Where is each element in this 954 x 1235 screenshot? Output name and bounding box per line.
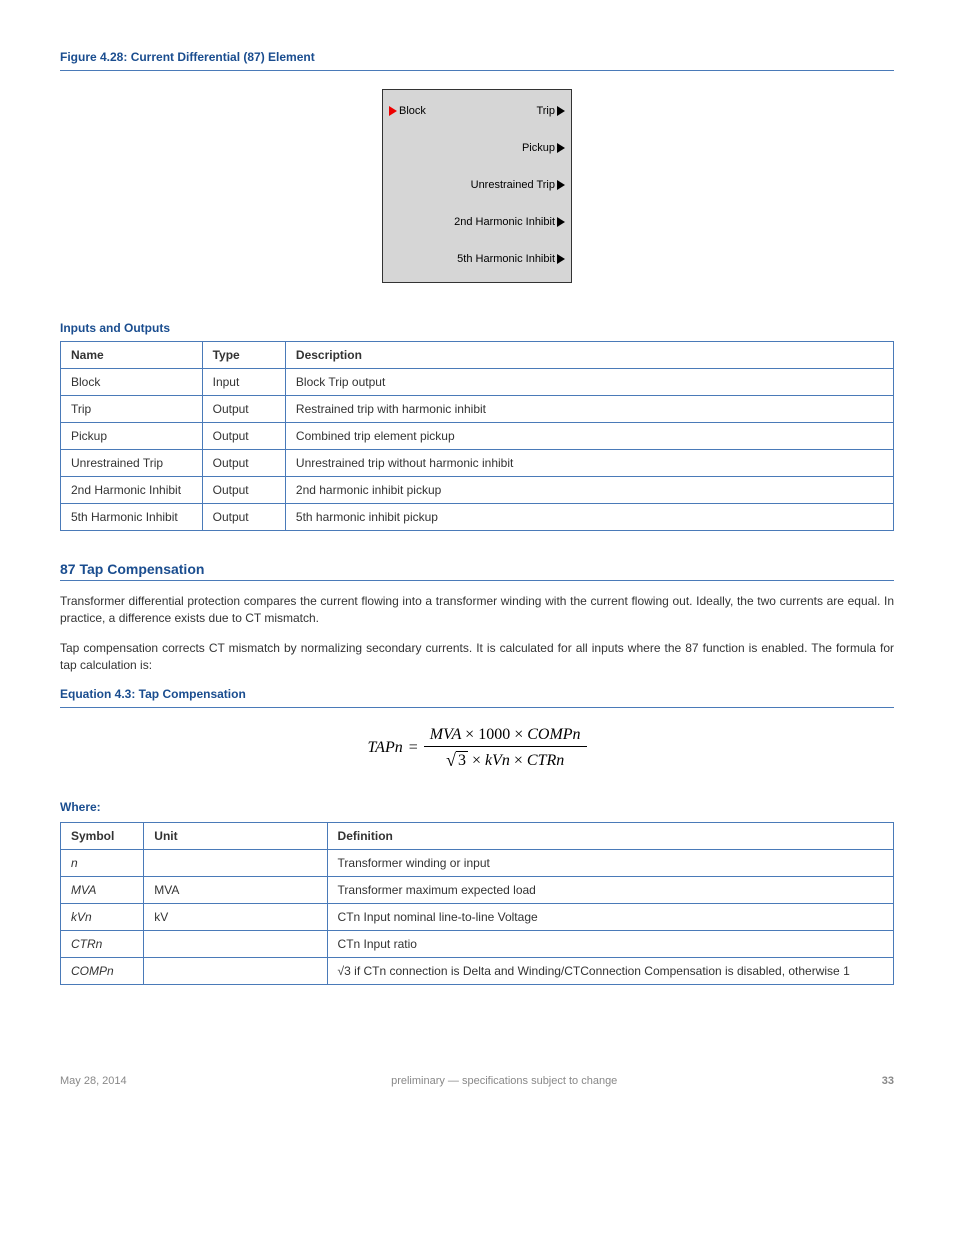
table-row: n Transformer winding or input — [61, 849, 894, 876]
cell-desc: Block Trip output — [285, 369, 893, 396]
cell-def: √3 if CTn connection is Delta and Windin… — [327, 957, 893, 984]
cell-def: Transformer maximum expected load — [327, 876, 893, 903]
port-label: 5th Harmonic Inhibit — [457, 253, 555, 265]
triangle-icon — [557, 180, 565, 190]
triangle-icon — [557, 254, 565, 264]
cell-type: Output — [202, 423, 285, 450]
table-row: 5th Harmonic InhibitOutput5th harmonic i… — [61, 504, 894, 531]
port-label: 2nd Harmonic Inhibit — [454, 216, 555, 228]
figure-rule — [60, 70, 894, 71]
triangle-icon — [557, 217, 565, 227]
cell-symbol: MVA — [61, 876, 144, 903]
section-heading: 87 Tap Compensation — [60, 561, 894, 581]
port-trip: Trip — [536, 105, 565, 117]
cell-desc: Unrestrained trip without harmonic inhib… — [285, 450, 893, 477]
cell-symbol: COMPn — [61, 957, 144, 984]
table-row: COMPn √3 if CTn connection is Delta and W… — [61, 957, 894, 984]
cell-type: Input — [202, 369, 285, 396]
port-label: Pickup — [522, 142, 555, 154]
figure-title: Figure 4.28: Current Differential (87) E… — [60, 50, 894, 64]
port-5th-harmonic: 5th Harmonic Inhibit — [457, 253, 565, 265]
triangle-icon — [557, 106, 565, 116]
where-table: Symbol Unit Definition n Transformer wind… — [60, 822, 894, 985]
port-unrestrained: Unrestrained Trip — [471, 179, 565, 191]
table-row: Unrestrained TripOutputUnrestrained trip… — [61, 450, 894, 477]
table-row: BlockInputBlock Trip output — [61, 369, 894, 396]
cell-symbol: kVn — [61, 903, 144, 930]
cell-type: Output — [202, 477, 285, 504]
body-para-2: Tap compensation corrects CT mismatch by… — [60, 640, 894, 675]
cell-symbol: n — [61, 849, 144, 876]
table-header-row: Symbol Unit Definition — [61, 822, 894, 849]
cell-unit — [144, 849, 327, 876]
cell-name: 5th Harmonic Inhibit — [61, 504, 203, 531]
cell-type: Output — [202, 504, 285, 531]
footer-mid: preliminary — specifications subject to … — [127, 1075, 882, 1087]
cell-unit — [144, 957, 327, 984]
table-row: 2nd Harmonic InhibitOutput2nd harmonic i… — [61, 477, 894, 504]
eq-denominator: √3 × kVn × CTRn — [424, 747, 587, 770]
cell-type: Output — [202, 450, 285, 477]
cell-name: 2nd Harmonic Inhibit — [61, 477, 203, 504]
port-label: Trip — [536, 105, 555, 117]
eq-fraction: MVA × 1000 × COMPn √3 × kVn × CTRn — [424, 726, 587, 770]
cell-name: Block — [61, 369, 203, 396]
equation-title: Equation 4.3: Tap Compensation — [60, 687, 894, 701]
ports-table-title: Inputs and Outputs — [60, 321, 894, 335]
footer-page: 33 — [882, 1075, 894, 1087]
cell-def: CTn Input nominal line-to-line Voltage — [327, 903, 893, 930]
cell-def: Transformer winding or input — [327, 849, 893, 876]
cell-unit — [144, 930, 327, 957]
table-header-row: Name Type Description — [61, 342, 894, 369]
cell-name: Trip — [61, 396, 203, 423]
th-type: Type — [202, 342, 285, 369]
cell-name: Pickup — [61, 423, 203, 450]
cell-desc: Restrained trip with harmonic inhibit — [285, 396, 893, 423]
footer-date: May 28, 2014 — [60, 1075, 127, 1087]
table-row: MVAMVATransformer maximum expected load — [61, 876, 894, 903]
th-name: Name — [61, 342, 203, 369]
cell-name: Unrestrained Trip — [61, 450, 203, 477]
equation-rule — [60, 707, 894, 708]
table-row: CTRn CTn Input ratio — [61, 930, 894, 957]
port-label: Unrestrained Trip — [471, 179, 555, 191]
cell-desc: 2nd harmonic inhibit pickup — [285, 477, 893, 504]
cell-desc: Combined trip element pickup — [285, 423, 893, 450]
cell-desc: 5th harmonic inhibit pickup — [285, 504, 893, 531]
port-label: Block — [399, 105, 426, 117]
port-2nd-harmonic: 2nd Harmonic Inhibit — [454, 216, 565, 228]
cell-type: Output — [202, 396, 285, 423]
body-para-1: Transformer differential protection comp… — [60, 593, 894, 628]
table-row: PickupOutputCombined trip element pickup — [61, 423, 894, 450]
th-unit: Unit — [144, 822, 327, 849]
cell-unit: MVA — [144, 876, 327, 903]
th-symbol: Symbol — [61, 822, 144, 849]
cell-unit: kV — [144, 903, 327, 930]
th-def: Definition — [327, 822, 893, 849]
eq-numerator: MVA × 1000 × COMPn — [424, 726, 587, 747]
port-pickup: Pickup — [522, 142, 565, 154]
port-block: Block — [389, 105, 426, 117]
block-diagram-wrap: Block Trip Pickup Unrestrained Trip 2nd … — [60, 89, 894, 283]
ports-table: Name Type Description BlockInputBlock Tr… — [60, 341, 894, 531]
th-desc: Description — [285, 342, 893, 369]
triangle-icon — [557, 143, 565, 153]
page-footer: May 28, 2014 preliminary — specification… — [60, 1075, 894, 1087]
eq-equals: = — [409, 739, 418, 757]
tap-equation: TAPn = MVA × 1000 × COMPn √3 × kVn × CTR… — [60, 726, 894, 770]
where-title: Where: — [60, 800, 894, 814]
cell-symbol: CTRn — [61, 930, 144, 957]
eq-lhs: TAPn — [367, 739, 402, 757]
cell-def: CTn Input ratio — [327, 930, 893, 957]
table-row: kVnkVCTn Input nominal line-to-line Volt… — [61, 903, 894, 930]
table-row: TripOutputRestrained trip with harmonic … — [61, 396, 894, 423]
block-diagram: Block Trip Pickup Unrestrained Trip 2nd … — [382, 89, 572, 283]
triangle-icon — [389, 106, 397, 116]
